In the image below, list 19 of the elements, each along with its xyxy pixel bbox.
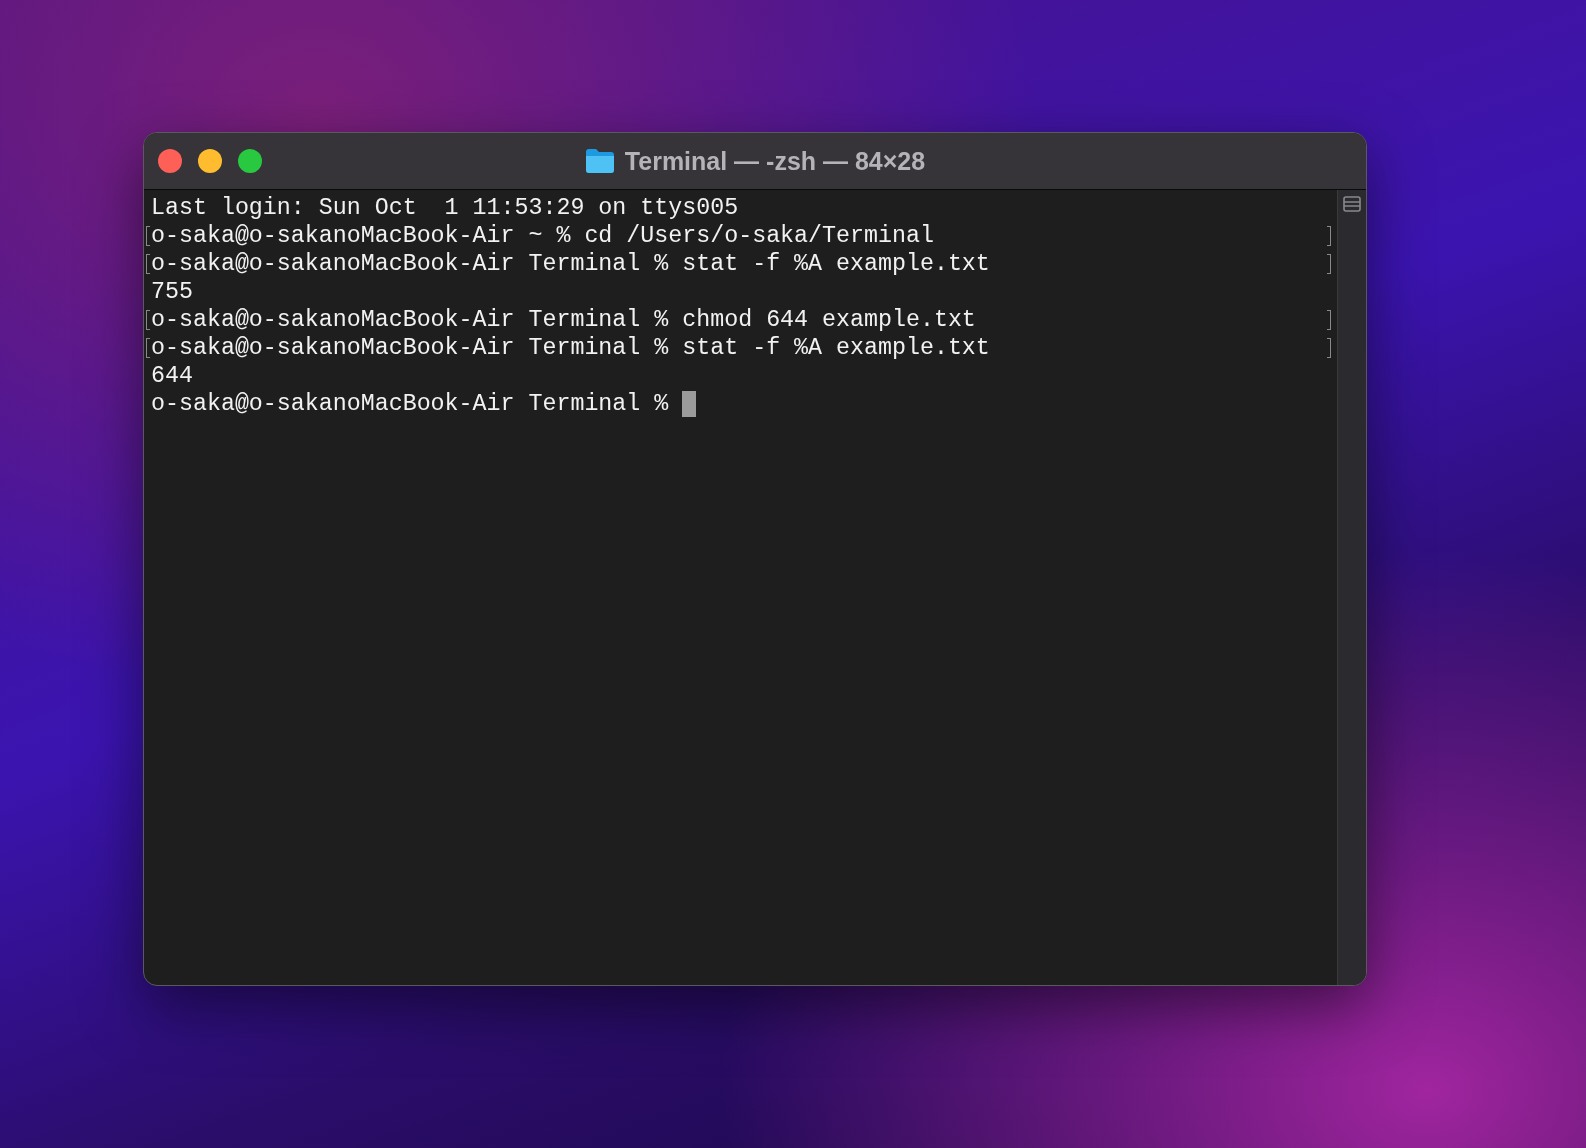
window-title: Terminal — -zsh — 84×28 [624,146,926,176]
terminal-line: o-saka@o-sakanoMacBook-Air Terminal % chmod 644 example.txt [151,307,976,333]
mark-bracket-icon [1327,254,1331,274]
terminal-line: 755 [151,279,193,305]
terminal-line: o-saka@o-sakanoMacBook-Air Terminal % stat -f %A example.txt [151,251,990,277]
folder-icon [584,148,615,174]
terminal-line: Last login: Sun Oct 1 11:53:29 on ttys005 [151,195,739,221]
split-pane-icon[interactable] [1343,196,1361,212]
mark-bracket-icon [1327,338,1331,358]
close-button[interactable] [158,149,182,173]
mark-bracket-icon [1327,226,1331,246]
terminal-line: o-saka@o-sakanoMacBook-Air Terminal % stat -f %A example.txt [151,335,990,361]
minimize-button[interactable] [198,149,222,173]
terminal-line: o-saka@o-sakanoMacBook-Air ~ % cd /Users/o-saka/Terminal [151,223,934,249]
terminal-line: 644 [151,363,193,389]
prompt-text: o-saka@o-sakanoMacBook-Air Terminal % [151,391,669,417]
zoom-button[interactable] [238,149,262,173]
text-cursor [682,391,697,417]
mark-bracket-icon [1327,310,1331,330]
